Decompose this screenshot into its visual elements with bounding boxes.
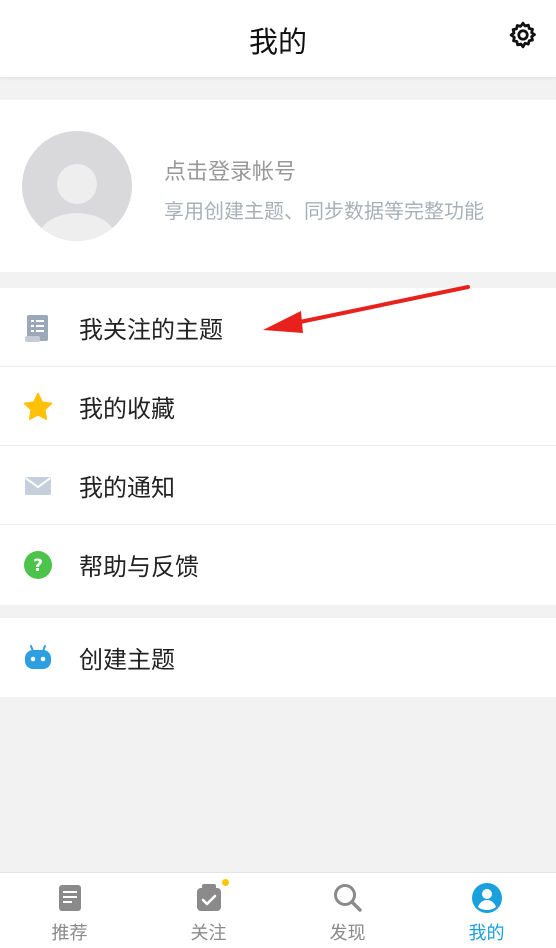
menu-list: 我关注的主题 我的收藏 我的通知 ? 帮助与反馈 [0, 288, 556, 605]
tab-label: 我的 [468, 923, 505, 944]
menu-item-label: 帮助与反馈 [79, 553, 199, 581]
top-bar: 我的 [0, 0, 556, 78]
article-icon [58, 885, 81, 911]
document-list-icon [25, 315, 48, 342]
menu-item-followed-topics[interactable]: 我关注的主题 [0, 288, 556, 367]
tab-follow[interactable]: 关注 [139, 873, 278, 948]
login-subtitle: 享用创建主题、同步数据等完整功能 [164, 199, 484, 223]
menu-item-favorites[interactable]: 我的收藏 [0, 367, 556, 446]
gear-icon[interactable] [508, 20, 538, 50]
tab-discover[interactable]: 发现 [278, 873, 417, 948]
star-icon [23, 392, 53, 420]
tab-recommend[interactable]: 推荐 [0, 873, 139, 948]
tab-mine[interactable]: 我的 [417, 873, 556, 948]
avatar[interactable] [22, 131, 132, 241]
svg-text:?: ? [33, 556, 43, 576]
bottom-tab-bar: 推荐 关注 发现 我的 [0, 872, 556, 948]
menu-item-label: 我的通知 [79, 474, 175, 502]
tab-label: 关注 [190, 923, 227, 944]
tab-label: 发现 [329, 923, 366, 944]
create-topic-section: 创建主题 [0, 618, 556, 697]
menu-item-label: 我的收藏 [79, 395, 175, 423]
page-title: 我的 [248, 25, 307, 59]
menu-item-label: 我关注的主题 [79, 316, 223, 344]
robot-icon [25, 645, 51, 669]
login-prompt[interactable]: 点击登录帐号 [164, 154, 296, 186]
notification-dot [222, 879, 229, 886]
menu-item-label: 创建主题 [79, 646, 175, 674]
menu-item-notifications[interactable]: 我的通知 [0, 446, 556, 525]
checked-box-icon [196, 884, 221, 911]
profile-card[interactable]: 点击登录帐号 享用创建主题、同步数据等完整功能 [0, 100, 556, 272]
user-circle-icon [471, 883, 502, 913]
search-icon [333, 884, 362, 912]
help-circle-icon: ? [24, 551, 52, 579]
envelope-icon [24, 477, 52, 495]
tab-label: 推荐 [51, 923, 88, 944]
menu-item-create-topic[interactable]: 创建主题 [0, 618, 556, 697]
menu-item-help-feedback[interactable]: ? 帮助与反馈 [0, 525, 556, 604]
